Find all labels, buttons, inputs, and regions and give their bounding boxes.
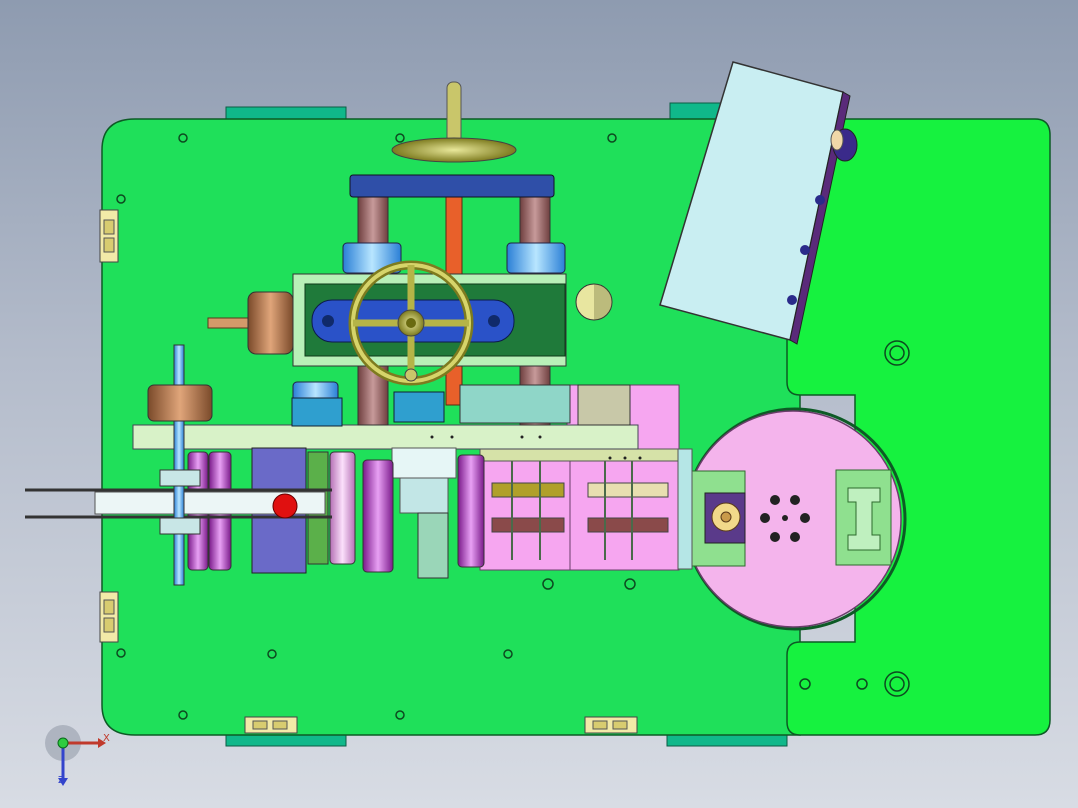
machine-assembly-top-view [25,61,1051,786]
top-bridge [349,174,555,198]
coordinate-triad [45,725,106,786]
feed-rail-end [677,448,693,570]
feed-rail [479,448,691,462]
red-indicator [272,493,298,519]
x-axis-label: X [103,733,110,744]
y-axis-dot [57,737,69,749]
z-axis-label: Z [58,775,65,786]
cad-viewport[interactable]: X Z [0,0,1078,808]
front-handwheel [348,260,474,386]
cross-beam [132,424,639,450]
clamp-fixture [689,470,746,567]
